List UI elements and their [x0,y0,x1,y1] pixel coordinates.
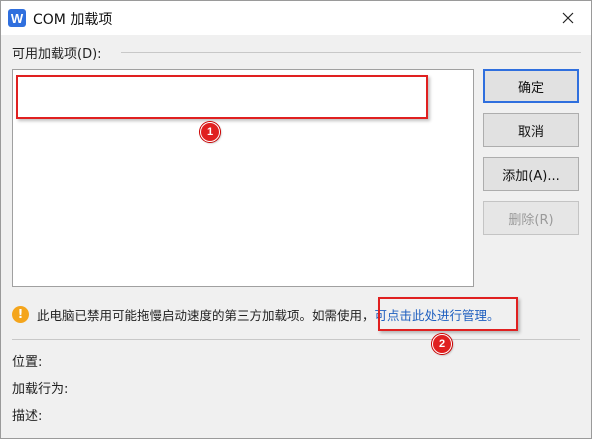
addins-list[interactable] [12,69,474,287]
close-button[interactable] [557,7,579,29]
warning-icon: ! [12,305,29,323]
location-label: 位置: [12,355,43,370]
close-icon [562,12,574,24]
annotation-badge-2: 2 [432,334,452,354]
notice-text: 此电脑已禁用可能拖慢启动速度的第三方加载项。如需使用， [37,307,375,323]
cancel-button[interactable]: 取消 [483,113,579,147]
remove-button: 删除(R) [483,201,579,235]
info-divider [12,339,580,340]
com-addins-dialog: W COM 加载项 可用加载项(D): 确定 取消 添加(A)... 删除(R)… [0,0,592,439]
wps-writer-icon: W [8,9,26,27]
disabled-addins-notice: ! 此电脑已禁用可能拖慢启动速度的第三方加载项。如需使用， 可点击此处进行管理。 [12,303,582,325]
ok-button[interactable]: 确定 [483,69,579,103]
window-title: COM 加载项 [33,12,113,28]
load-behavior-label: 加载行为: [12,382,69,397]
manage-addins-link[interactable]: 可点击此处进行管理。 [375,305,500,324]
add-button[interactable]: 添加(A)... [483,157,579,191]
annotation-badge-1: 1 [200,122,220,142]
available-addins-label: 可用加载项(D): [12,47,102,62]
section-divider [121,52,581,53]
title-bar: W COM 加载项 [1,1,591,35]
description-label: 描述: [12,409,43,424]
